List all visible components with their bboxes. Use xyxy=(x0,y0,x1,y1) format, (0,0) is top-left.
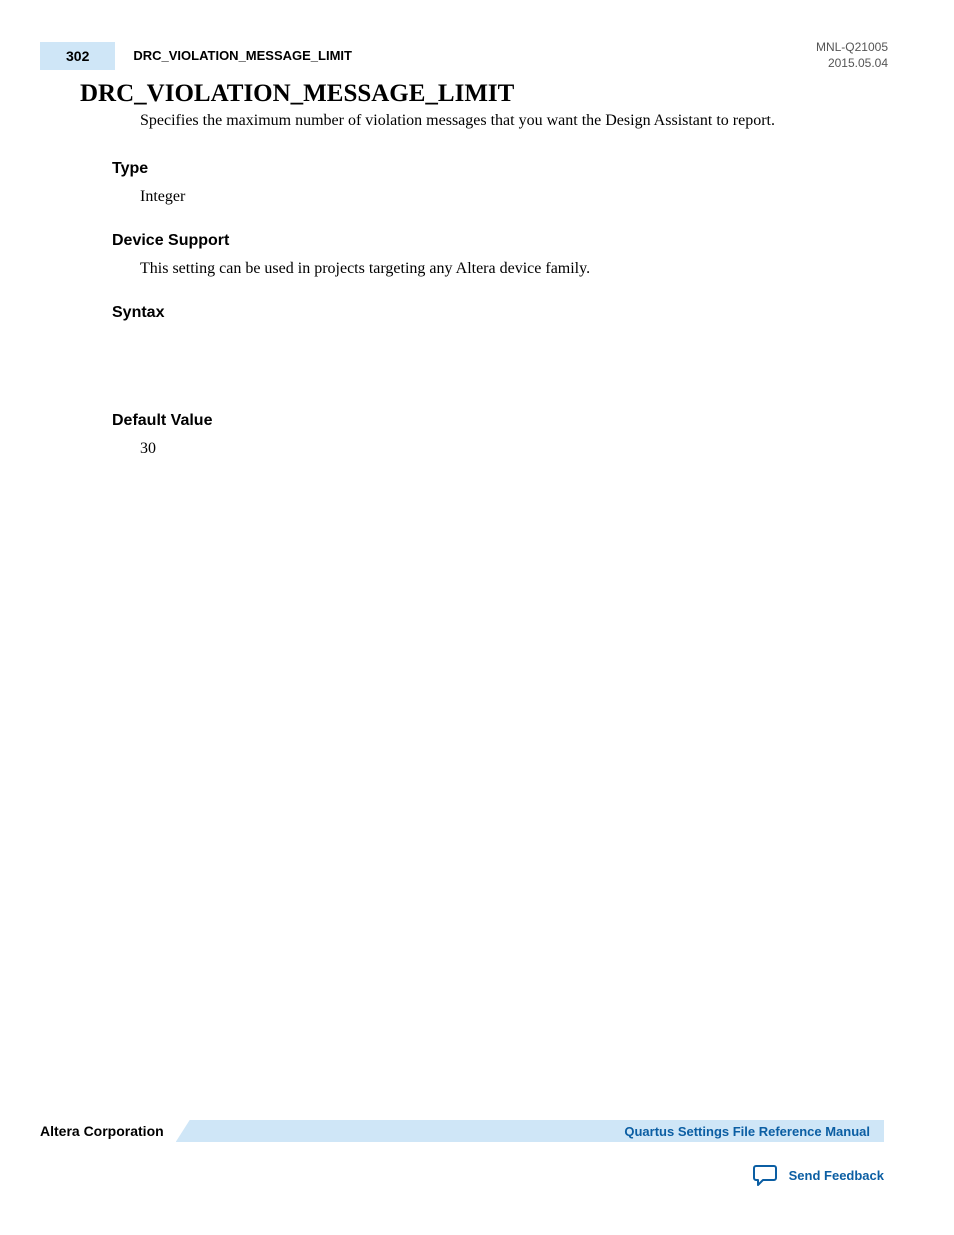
section-body-device-support: This setting can be used in projects tar… xyxy=(140,260,884,278)
page-title: DRC_VIOLATION_MESSAGE_LIMIT xyxy=(80,80,514,108)
section-heading-syntax: Syntax xyxy=(112,304,884,322)
footer-ribbon: Quartus Settings File Reference Manual xyxy=(176,1120,884,1142)
page-header: 302 DRC_VIOLATION_MESSAGE_LIMIT xyxy=(40,42,914,70)
document-date: 2015.05.04 xyxy=(816,56,888,72)
section-body-default-value: 30 xyxy=(140,440,884,458)
feedback-label: Send Feedback xyxy=(789,1168,884,1183)
content-area: Specifies the maximum number of violatio… xyxy=(112,110,884,484)
page-number-box: 302 xyxy=(40,42,115,70)
page-number: 302 xyxy=(66,48,89,64)
send-feedback-link[interactable]: Send Feedback xyxy=(753,1163,884,1187)
section-heading-type: Type xyxy=(112,160,884,178)
document-id: MNL-Q21005 xyxy=(816,40,888,56)
section-body-syntax xyxy=(112,332,884,412)
footer-bar: Altera Corporation Quartus Settings File… xyxy=(40,1119,884,1143)
running-title: DRC_VIOLATION_MESSAGE_LIMIT xyxy=(133,42,352,63)
speech-bubble-icon xyxy=(753,1163,779,1187)
intro-paragraph: Specifies the maximum number of violatio… xyxy=(140,110,884,132)
section-heading-default-value: Default Value xyxy=(112,412,884,430)
document-id-block: MNL-Q21005 2015.05.04 xyxy=(816,40,888,71)
corporation-name: Altera Corporation xyxy=(40,1123,176,1139)
manual-link[interactable]: Quartus Settings File Reference Manual xyxy=(624,1124,870,1139)
section-heading-device-support: Device Support xyxy=(112,232,884,250)
section-body-type: Integer xyxy=(140,188,884,206)
